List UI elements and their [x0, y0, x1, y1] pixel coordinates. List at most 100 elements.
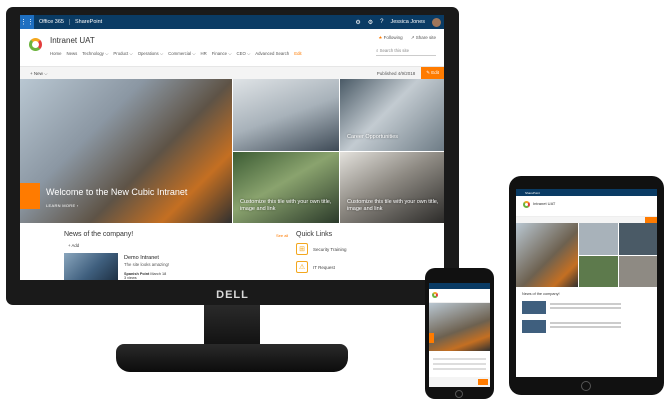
list-item[interactable] [516, 317, 657, 336]
nav-item-commercial[interactable]: Commercial ⌵ [168, 51, 195, 56]
news-item-thumbnail[interactable] [64, 253, 118, 280]
nav-item-hr[interactable]: HR [201, 51, 207, 56]
nav-item-product[interactable]: Product ⌵ [113, 51, 132, 56]
news-section-title: News of the company! [64, 231, 134, 238]
tablet-news-thumbnail [522, 301, 546, 314]
suite-bar: ⋮⋮ Office 365 SharePoint ⚙ ⚙ ? Jessica J… [20, 15, 444, 29]
monitor-stand-neck [204, 305, 260, 347]
phone-site-logo-icon[interactable] [432, 292, 438, 298]
tablet-news-text [550, 320, 651, 333]
phone-hero-accent-bar [429, 333, 434, 343]
tablet-home-button[interactable] [581, 381, 591, 391]
dell-logo: DELL [216, 289, 249, 301]
site-header: Intranet UAT Home News Technology ⌵ Prod… [20, 29, 444, 67]
share-label: Share site [415, 35, 436, 40]
hero-tile-custom-2[interactable]: Customize this tile with your own title,… [340, 152, 444, 223]
phone-hero-tile[interactable] [429, 303, 490, 351]
site-title[interactable]: Intranet UAT [50, 36, 95, 45]
avatar[interactable] [432, 17, 441, 27]
hero-tile-careers[interactable]: Career Opportunities [340, 79, 444, 151]
nav-item-ceo[interactable]: CEO ⌵ [237, 51, 251, 56]
news-item-title[interactable]: Demo Intranet [124, 255, 159, 261]
hero-tile-custom-1[interactable]: Customize this tile with your own title,… [233, 152, 339, 223]
nav-edit-link[interactable]: Edit [294, 51, 301, 56]
tablet-news-title: News of the company! [522, 292, 560, 296]
tablet-hero-tile[interactable] [579, 255, 618, 287]
nav-item-finance[interactable]: Finance ⌵ [212, 51, 232, 56]
command-bar: + New ⌵ Published 4/9/2018 ✎ Edit [20, 67, 444, 79]
phone-footer [429, 377, 490, 387]
notifications-icon[interactable]: ⚙ [355, 19, 360, 26]
hero-accent-bar [20, 183, 40, 209]
tablet-hero-tile[interactable] [579, 223, 618, 255]
tablet-edit-button[interactable] [645, 217, 657, 223]
news-item-views: 3 views [124, 276, 137, 280]
news-item-date: March 18 [150, 272, 167, 276]
monitor-stand-base [116, 344, 348, 372]
tablet-hero-tile[interactable] [618, 255, 657, 287]
search-placeholder: Search this site [379, 48, 409, 53]
hero-tile-meeting[interactable] [233, 79, 339, 151]
desktop-screen: ⋮⋮ Office 365 SharePoint ⚙ ⚙ ? Jessica J… [20, 15, 444, 280]
tablet-site-header: Intranet UAT [516, 196, 657, 217]
hero-tile-custom-1-caption: Customize this tile with your own title,… [240, 199, 332, 213]
search-input[interactable]: ⌕ Search this site [376, 48, 436, 56]
request-icon: ⚠ [296, 261, 308, 273]
tablet-suite-bar: SharePoint [516, 189, 657, 196]
news-item-meta: Spanish Point March 18 3 views [124, 272, 166, 280]
star-icon: ★ [378, 35, 383, 40]
settings-icon[interactable]: ⚙ [368, 19, 373, 26]
tablet-device: SharePoint Intranet UAT News of the comp… [509, 176, 664, 395]
phone-content-lines [429, 351, 490, 377]
quick-links-title: Quick Links [296, 231, 333, 238]
edit-button[interactable]: ✎ Edit [421, 67, 444, 79]
quick-link-label: IT Request [313, 264, 335, 270]
app-launcher-icon[interactable]: ⋮⋮ [20, 15, 34, 29]
hero-section: Welcome to the New Cubic Intranet LEARN … [20, 79, 444, 223]
tablet-hero-tile[interactable] [618, 223, 657, 255]
share-button[interactable]: ↗ Share site [411, 35, 436, 41]
suite-app-name[interactable]: SharePoint [70, 19, 107, 25]
tablet-news-thumbnail [522, 320, 546, 333]
follow-button[interactable]: ★ Following [378, 35, 402, 41]
nav-item-news[interactable]: News [66, 51, 77, 56]
news-see-all-link[interactable]: See all [276, 233, 288, 238]
training-icon: ⊞ [296, 243, 308, 255]
tablet-site-logo-icon[interactable] [523, 201, 530, 208]
news-item-teaser: The site looks amazing! [124, 262, 170, 267]
tablet-screen: SharePoint Intranet UAT News of the comp… [516, 189, 657, 377]
site-actions: ★ Following ↗ Share site [378, 35, 436, 41]
tablet-site-title[interactable]: Intranet UAT [533, 201, 555, 206]
site-logo-icon[interactable] [29, 38, 42, 51]
nav-item-operations[interactable]: Operations ⌵ [138, 51, 163, 56]
suite-brand[interactable]: Office 365 [34, 19, 70, 25]
nav-item-home[interactable]: Home [50, 51, 61, 56]
hero-main-title: Welcome to the New Cubic Intranet [46, 187, 188, 197]
phone-footer-button[interactable] [478, 379, 488, 385]
news-add-button[interactable]: + Add [68, 243, 79, 248]
new-button[interactable]: + New ⌵ [30, 71, 48, 76]
phone-device [425, 268, 494, 399]
tablet-hero [516, 223, 657, 287]
help-icon[interactable]: ? [380, 19, 383, 25]
quick-link-label: Security Training [313, 246, 347, 252]
desktop-monitor: ⋮⋮ Office 365 SharePoint ⚙ ⚙ ? Jessica J… [6, 7, 459, 305]
quick-link-security-training[interactable]: ⊞ Security Training [296, 243, 347, 255]
hero-tile-main[interactable]: Welcome to the New Cubic Intranet LEARN … [20, 79, 232, 223]
tablet-hero-main-tile[interactable] [516, 223, 578, 287]
hero-tile-custom-2-caption: Customize this tile with your own title,… [347, 199, 439, 213]
hero-tile-careers-caption: Career Opportunities [347, 134, 399, 141]
content-section: News of the company! See all + Add Demo … [20, 223, 444, 280]
tablet-suite-app[interactable]: SharePoint [525, 191, 540, 195]
tablet-hero-grid [579, 223, 657, 287]
nav-item-advanced-search[interactable]: Advanced Search [255, 51, 289, 56]
quick-link-it-request[interactable]: ⚠ IT Request [296, 261, 335, 273]
phone-home-button[interactable] [455, 390, 463, 398]
hero-learn-more-link[interactable]: LEARN MORE › [46, 203, 79, 208]
phone-site-header [429, 289, 490, 303]
share-icon: ↗ [410, 35, 415, 40]
nav-item-technology[interactable]: Technology ⌵ [82, 51, 108, 56]
phone-screen [429, 283, 490, 387]
list-item[interactable] [516, 298, 657, 317]
user-name[interactable]: Jessica Jones [390, 19, 425, 25]
